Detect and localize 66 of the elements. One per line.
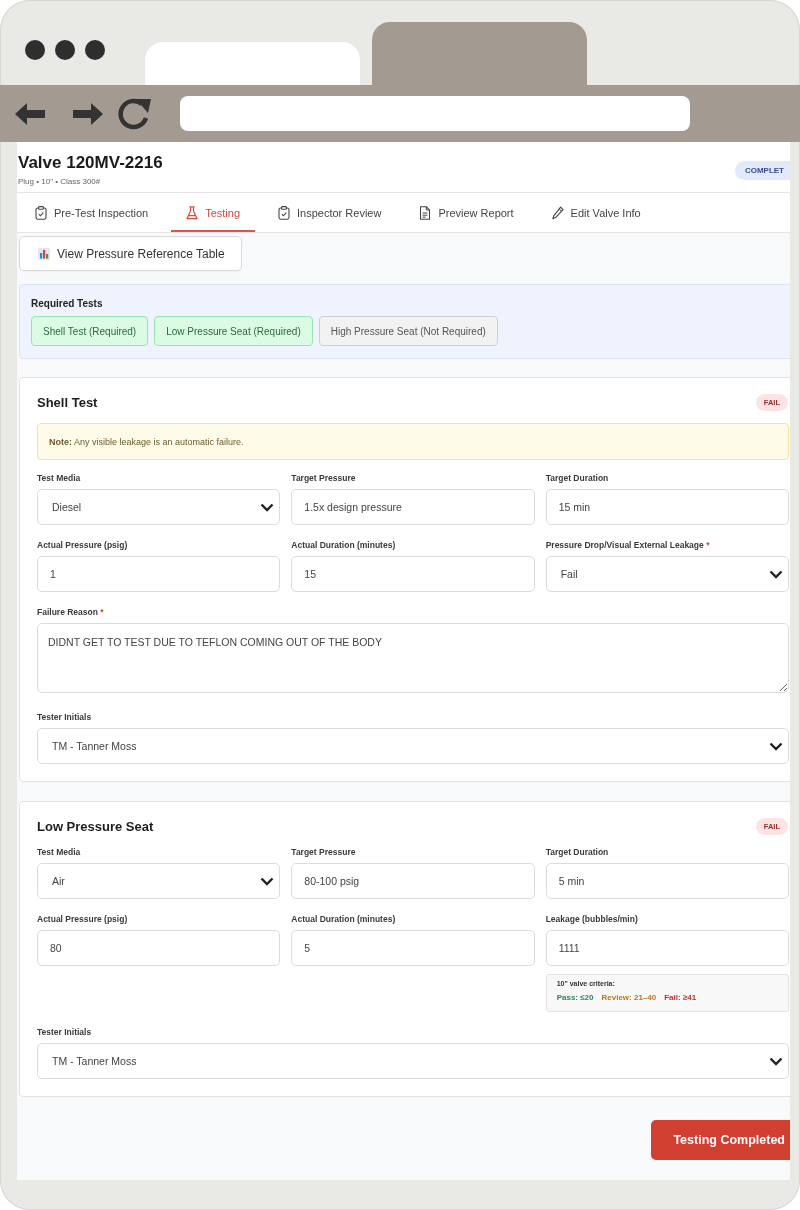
flask-icon xyxy=(186,205,199,220)
test-tag: High Pressure Seat (Not Required) xyxy=(318,316,498,346)
input-field[interactable]: 80 xyxy=(37,930,281,966)
input-field[interactable]: 1111 xyxy=(545,930,789,966)
field-label: Pressure Drop/Visual External Leakage * xyxy=(545,540,711,551)
criteria-range: Pass: ≤20 xyxy=(556,992,594,1003)
chevron-down-icon xyxy=(260,876,275,886)
tab[interactable]: Preview Report xyxy=(404,193,529,232)
bar-chart-icon xyxy=(38,247,50,260)
testing-completed-button[interactable]: Testing Completed xyxy=(651,1120,790,1160)
criteria-range: Fail: ≥41 xyxy=(664,992,697,1003)
chevron-down-icon xyxy=(769,569,783,579)
forward-arrow-icon[interactable] xyxy=(73,101,103,126)
field-label: Target Pressure xyxy=(291,473,357,484)
field-label: Target Pressure xyxy=(291,847,357,858)
status-badge: COMPLET xyxy=(734,161,790,180)
document-icon xyxy=(419,205,432,220)
field-label: Failure Reason * xyxy=(37,607,105,618)
field-label: Actual Duration (minutes) xyxy=(291,540,397,551)
back-arrow-icon[interactable] xyxy=(15,101,45,126)
dropdown-field[interactable]: TM - Tanner Moss xyxy=(37,728,789,764)
panel-title: Required Tests xyxy=(31,297,104,310)
window-dot-icon[interactable] xyxy=(55,40,75,60)
field-label: Test Media xyxy=(37,473,82,484)
input-field[interactable]: 15 min xyxy=(545,489,789,525)
field-label: Actual Duration (minutes) xyxy=(291,914,397,925)
section-title: Shell Test xyxy=(37,394,98,410)
input-field[interactable]: 80-100 psig xyxy=(291,863,535,899)
reference-table-button[interactable]: View Pressure Reference Table xyxy=(19,236,242,271)
clipboard-check-icon xyxy=(35,205,47,220)
field-label: Leakage (bubbles/min) xyxy=(545,914,639,925)
field-label: Target Duration xyxy=(545,847,610,858)
pencil-icon xyxy=(551,205,564,220)
text-area-field[interactable]: DIDNT GET TO TEST DUE TO TEFLON COMING OUT OF THE BODY xyxy=(37,623,789,693)
chevron-down-icon xyxy=(769,1056,783,1066)
field-label: Tester Initials xyxy=(37,712,93,723)
field-label: Target Duration xyxy=(545,473,610,484)
input-field[interactable]: 1 xyxy=(37,556,281,592)
dropdown-field[interactable]: Fail xyxy=(545,556,789,592)
tab[interactable]: Inspector Review xyxy=(263,193,397,232)
window-dot-icon[interactable] xyxy=(85,40,105,60)
note-banner: Note: Any visible leakage is an automatic failure. xyxy=(37,423,789,460)
section-title: Low Pressure Seat xyxy=(37,818,154,834)
criteria-range: Review: 21–40 xyxy=(601,992,657,1003)
dropdown-field[interactable]: Air xyxy=(37,863,281,899)
valve-title: Valve 120MV-2216 xyxy=(18,152,163,174)
field-label: Tester Initials xyxy=(37,1027,93,1038)
test-tag: Low Pressure Seat (Required) xyxy=(154,316,313,346)
input-field[interactable]: 15 xyxy=(291,556,535,592)
chevron-down-icon xyxy=(260,502,275,512)
tab[interactable]: Pre-Test Inspection xyxy=(20,193,164,232)
input-field[interactable]: 1.5x design pressure xyxy=(291,489,535,525)
test-tag: Shell Test (Required) xyxy=(31,316,149,346)
field-label: Actual Pressure (psig) xyxy=(37,540,129,551)
chevron-down-icon xyxy=(769,741,783,751)
dropdown-field[interactable]: Diesel xyxy=(37,489,281,525)
tab[interactable]: Edit Valve Info xyxy=(536,193,656,232)
clipboard-check-icon xyxy=(278,205,290,220)
tab[interactable]: Testing xyxy=(171,193,255,232)
dropdown-field[interactable]: TM - Tanner Moss xyxy=(37,1043,789,1079)
window-dot-icon[interactable] xyxy=(25,40,45,60)
input-field[interactable]: 5 xyxy=(291,930,535,966)
input-field[interactable]: 5 min xyxy=(545,863,789,899)
field-label: Test Media xyxy=(37,847,82,858)
field-label: Actual Pressure (psig) xyxy=(37,914,129,925)
valve-subtitle: Plug • 10" • Class 300# xyxy=(18,176,102,188)
